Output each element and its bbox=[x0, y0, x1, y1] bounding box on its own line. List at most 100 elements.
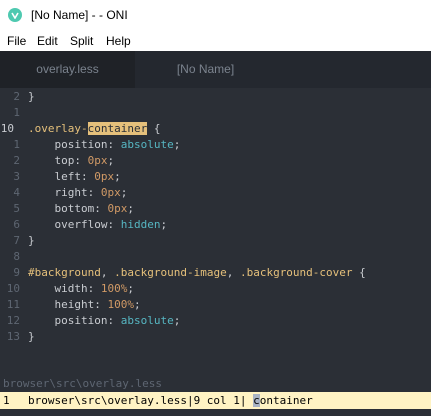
code-text: right: 0px; bbox=[28, 186, 127, 199]
code-text: } bbox=[28, 234, 35, 247]
code-line: 8 bbox=[0, 250, 431, 266]
line-number: 11 bbox=[6, 298, 20, 311]
tab-no-name[interactable]: [No Name] bbox=[138, 51, 273, 88]
quickfix-status-line[interactable]: 1 browser\src\overlay.less|9 col 1| cont… bbox=[0, 392, 431, 409]
property-text: bottom: bbox=[28, 202, 108, 215]
semicolon: ; bbox=[133, 298, 141, 311]
code-text: left: 0px; bbox=[28, 170, 121, 183]
status-line-number: 1 bbox=[3, 394, 10, 407]
semicolon: ; bbox=[107, 154, 115, 167]
code-line: 4 right: 0px; bbox=[0, 186, 431, 202]
property-text: width: bbox=[28, 282, 101, 295]
code-text: .overlay-container { bbox=[28, 122, 160, 135]
value-text: 0px bbox=[87, 154, 108, 167]
line-number: 4 bbox=[13, 186, 20, 199]
brace-text: { bbox=[352, 266, 366, 279]
code-line: 2 top: 0px; bbox=[0, 154, 431, 170]
code-text: top: 0px; bbox=[28, 154, 114, 167]
tab-overlay-less[interactable]: overlay.less bbox=[0, 51, 135, 88]
menu-help[interactable]: Help bbox=[106, 34, 131, 48]
code-text: width: 100%; bbox=[28, 282, 134, 295]
window-title: [No Name] - - ONI bbox=[31, 8, 128, 22]
code-text: position: absolute; bbox=[28, 138, 180, 151]
code-line: 13} bbox=[0, 330, 431, 346]
semicolon: ; bbox=[173, 314, 181, 327]
property-text: overflow: bbox=[28, 218, 121, 231]
menu-file[interactable]: File bbox=[7, 34, 26, 48]
property-text: top: bbox=[28, 154, 88, 167]
semicolon: ; bbox=[120, 186, 128, 199]
value-text: 100% bbox=[107, 298, 134, 311]
semicolon: ; bbox=[114, 170, 121, 183]
code-text: overflow: hidden; bbox=[28, 218, 167, 231]
line-number: 10 bbox=[0, 122, 14, 135]
line-number: 3 bbox=[13, 170, 20, 183]
code-line: 7} bbox=[0, 234, 431, 250]
value-text: 0px bbox=[100, 186, 121, 199]
code-text: position: absolute; bbox=[28, 314, 180, 327]
line-number: 7 bbox=[13, 234, 20, 247]
code-line: 1 position: absolute; bbox=[0, 138, 431, 154]
value-text: 0px bbox=[107, 202, 128, 215]
selector-text: #background bbox=[28, 266, 101, 279]
property-text: position: bbox=[28, 138, 121, 151]
line-number: 2 bbox=[13, 154, 20, 167]
code-line: 9 #background, .background-image, .backgr… bbox=[0, 266, 431, 282]
value-text: absolute bbox=[120, 314, 174, 327]
status-path: browser\src\overlay.less|9 col 1| bbox=[28, 394, 254, 407]
separator: , bbox=[100, 266, 115, 279]
menu-bar: File Edit Split Help bbox=[0, 31, 431, 51]
code-line: 5 bottom: 0px; bbox=[0, 202, 431, 218]
selector-text: .overlay- bbox=[28, 122, 88, 135]
line-number: 5 bbox=[13, 202, 20, 215]
property-text: left: bbox=[28, 170, 95, 183]
menu-split[interactable]: Split bbox=[70, 34, 93, 48]
bottom-border bbox=[0, 409, 431, 416]
separator: , bbox=[226, 266, 240, 279]
text-cursor: c bbox=[253, 394, 260, 407]
property-text: right: bbox=[28, 186, 101, 199]
semicolon: ; bbox=[160, 218, 168, 231]
line-number: 1 bbox=[13, 138, 20, 151]
semicolon: ; bbox=[127, 282, 134, 295]
menu-edit[interactable]: Edit bbox=[37, 34, 58, 48]
code-line: 12 position: absolute; bbox=[0, 314, 431, 330]
code-text: #background, .background-image, .backgro… bbox=[28, 266, 366, 279]
code-text: } bbox=[28, 90, 35, 103]
line-number: 1 bbox=[13, 106, 20, 119]
property-text: position: bbox=[28, 314, 121, 327]
property-text: height: bbox=[28, 298, 108, 311]
status-text: browser\src\overlay.less|9 col 1| contai… bbox=[28, 394, 313, 407]
line-number: 8 bbox=[13, 250, 20, 263]
line-number: 10 bbox=[6, 282, 20, 295]
line-number: 12 bbox=[6, 314, 20, 327]
line-number: 6 bbox=[13, 218, 20, 231]
status-match: ontainer bbox=[259, 394, 313, 407]
code-text: height: 100%; bbox=[28, 298, 141, 311]
code-line: 10 width: 100%; bbox=[0, 282, 431, 298]
value-text: 100% bbox=[100, 282, 128, 295]
editor-pane[interactable]: 2} 1 10 .overlay-container { 1 position: … bbox=[0, 88, 431, 376]
semicolon: ; bbox=[173, 138, 181, 151]
search-highlight: container bbox=[87, 122, 148, 135]
brace-text: { bbox=[147, 122, 161, 135]
code-line: 6 overflow: hidden; bbox=[0, 218, 431, 234]
line-number: 13 bbox=[6, 330, 20, 343]
selector-text: .background-image bbox=[114, 266, 227, 279]
semicolon: ; bbox=[127, 202, 134, 215]
code-line-current: 10 .overlay-container { bbox=[0, 122, 431, 138]
value-text: absolute bbox=[120, 138, 174, 151]
line-number: 2 bbox=[13, 90, 20, 103]
code-text: } bbox=[28, 330, 35, 343]
code-line: 11 height: 100%; bbox=[0, 298, 431, 314]
selector-text: .background-cover bbox=[239, 266, 353, 279]
oni-logo-icon bbox=[8, 8, 22, 22]
value-text: hidden bbox=[120, 218, 161, 231]
code-line: 2} bbox=[0, 90, 431, 106]
title-bar: [No Name] - - ONI bbox=[0, 0, 431, 31]
code-line: 3 left: 0px; bbox=[0, 170, 431, 186]
tab-bar: overlay.less [No Name] bbox=[0, 51, 431, 88]
buffer-path-label: browser\src\overlay.less bbox=[3, 377, 162, 390]
code-text: bottom: 0px; bbox=[28, 202, 134, 215]
value-text: 0px bbox=[94, 170, 115, 183]
